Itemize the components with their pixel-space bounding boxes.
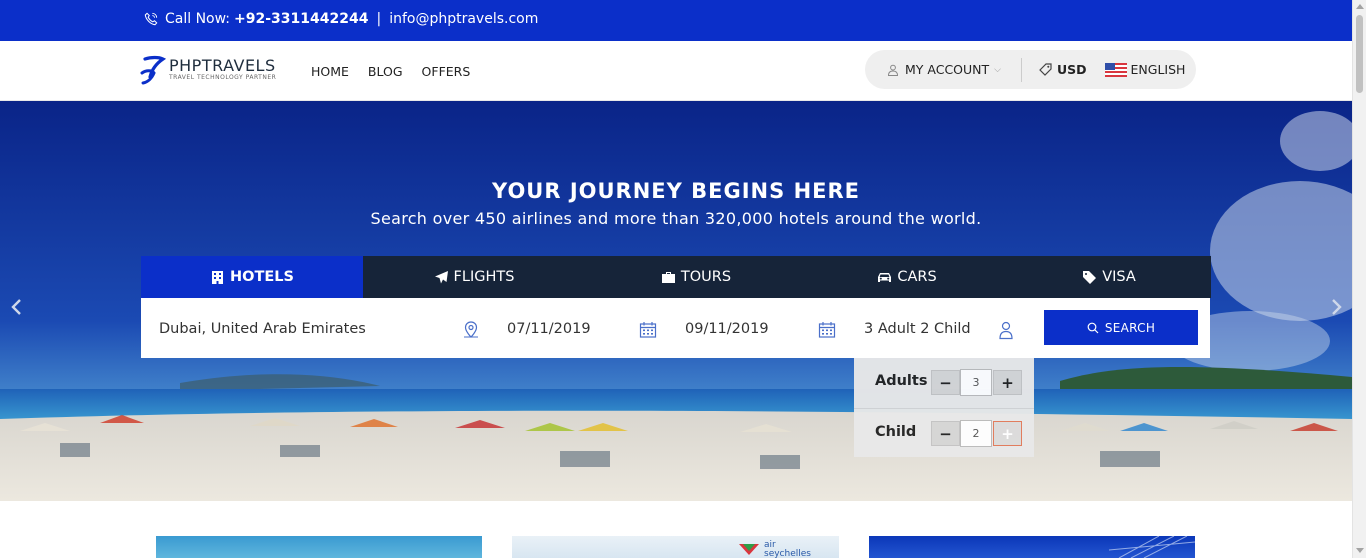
search-button-label: SEARCH (1104, 320, 1156, 335)
us-flag-icon (1104, 62, 1127, 77)
currency-tag-icon (1039, 63, 1052, 76)
logo-mark-icon (140, 55, 166, 85)
airline-logo: air seychelles (738, 541, 811, 558)
tab-cars-label: CARS (897, 269, 937, 285)
adults-row: Adults − 3 + (854, 358, 1034, 408)
adults-count-input[interactable]: 3 (960, 369, 992, 396)
checkin-date-input[interactable]: 07/11/2019 (507, 321, 591, 337)
chevron-down-icon: ⌵ (994, 64, 1001, 75)
currency-label: USD (1056, 62, 1087, 77)
search-icon (1087, 322, 1099, 333)
card-image (1108, 536, 1195, 558)
hero-title: YOUR JOURNEY BEGINS HERE (491, 179, 861, 203)
child-count-input[interactable]: 2 (960, 420, 992, 447)
language-label: ENGLISH (1130, 62, 1186, 77)
nav-offers[interactable]: OFFERS (422, 64, 471, 79)
main-nav: HOME BLOG OFFERS (311, 64, 470, 79)
carousel-next-arrow-icon[interactable] (1326, 297, 1346, 317)
destination-input[interactable]: Dubai, United Arab Emirates (159, 321, 366, 337)
guests-input[interactable]: 3 Adult 2 Child (864, 321, 971, 337)
hero-subtitle: Search over 450 airlines and more than 3… (370, 209, 982, 228)
tag-icon (1083, 270, 1097, 284)
guests-dropdown: Adults − 3 + Child − 2 + (854, 358, 1034, 457)
tab-tours-label: TOURS (680, 269, 732, 285)
child-row: Child − 2 + (854, 408, 1034, 458)
plane-icon (434, 270, 448, 283)
call-now-label: Call Now: (165, 11, 231, 27)
vertical-scrollbar[interactable] (1352, 0, 1366, 558)
airline-logo-icon (739, 544, 759, 555)
adults-plus-button[interactable]: + (993, 370, 1022, 395)
tab-tours[interactable]: TOURS (585, 256, 807, 298)
child-label: Child (875, 424, 917, 440)
hotel-search-form: Dubai, United Arab Emirates 07/11/2019 0… (141, 298, 1210, 358)
calendar-icon (639, 322, 657, 338)
scroll-thumb[interactable] (1356, 15, 1363, 93)
tab-cars[interactable]: CARS (807, 256, 1007, 298)
child-minus-button[interactable]: − (931, 421, 960, 446)
page: Call Now: +92-3311442244 | info@phptrave… (0, 0, 1366, 558)
email-link[interactable]: info@phptravels.com (389, 11, 538, 27)
airline-logo-text-2: seychelles (764, 549, 811, 558)
tab-hotels[interactable]: HOTELS (141, 256, 363, 298)
language-selector[interactable]: ENGLISH (1104, 62, 1186, 77)
tab-flights-label: FLIGHTS (453, 269, 515, 285)
tab-visa[interactable]: VISA (1007, 256, 1211, 298)
site-logo[interactable]: PHPTRAVELS TRAVEL TECHNOLOGY PARTNER (140, 55, 276, 85)
tab-hotels-label: HOTELS (230, 269, 294, 285)
main-header: PHPTRAVELS TRAVEL TECHNOLOGY PARTNER HOM… (0, 41, 1352, 101)
hotel-icon (212, 270, 224, 284)
car-icon (878, 272, 892, 282)
featured-card[interactable] (869, 536, 1195, 558)
search-tabs: HOTELS FLIGHTS TOURS CARS VISA (141, 256, 1211, 298)
user-icon (999, 321, 1013, 340)
adults-minus-button[interactable]: − (931, 370, 960, 395)
phone-number[interactable]: +92-3311442244 (234, 11, 368, 27)
tab-visa-label: VISA (1102, 269, 1136, 285)
location-pin-icon (464, 321, 478, 338)
my-account-label: MY ACCOUNT (905, 62, 990, 77)
nav-home[interactable]: HOME (311, 64, 349, 79)
checkout-date-input[interactable]: 09/11/2019 (685, 321, 769, 337)
suitcase-icon (661, 271, 675, 283)
carousel-prev-arrow-icon[interactable] (7, 297, 27, 317)
top-contact-bar: Call Now: +92-3311442244 | info@phptrave… (0, 0, 1352, 41)
tab-flights[interactable]: FLIGHTS (363, 256, 585, 298)
adults-label: Adults (875, 373, 928, 389)
user-icon (887, 64, 899, 76)
brand-tagline: TRAVEL TECHNOLOGY PARTNER (169, 74, 277, 81)
featured-card[interactable]: air seychelles (512, 536, 839, 558)
calendar-icon (818, 322, 836, 338)
search-button[interactable]: SEARCH (1044, 310, 1198, 345)
currency-selector[interactable]: USD (1039, 62, 1087, 77)
nav-blog[interactable]: BLOG (368, 64, 403, 79)
featured-card[interactable] (156, 536, 482, 558)
account-toolbar: MY ACCOUNT ⌵ USD ENGLISH (865, 50, 1196, 89)
scroll-down-arrow-icon[interactable] (1356, 548, 1364, 553)
brand-name: PHPTRAVELS (169, 56, 276, 75)
toolbar-divider (1020, 57, 1022, 82)
child-plus-button[interactable]: + (993, 421, 1022, 446)
my-account-dropdown[interactable]: MY ACCOUNT ⌵ (887, 62, 1001, 77)
phone-icon (144, 12, 158, 26)
separator: | (376, 11, 382, 27)
scroll-up-arrow-icon[interactable] (1356, 4, 1364, 9)
